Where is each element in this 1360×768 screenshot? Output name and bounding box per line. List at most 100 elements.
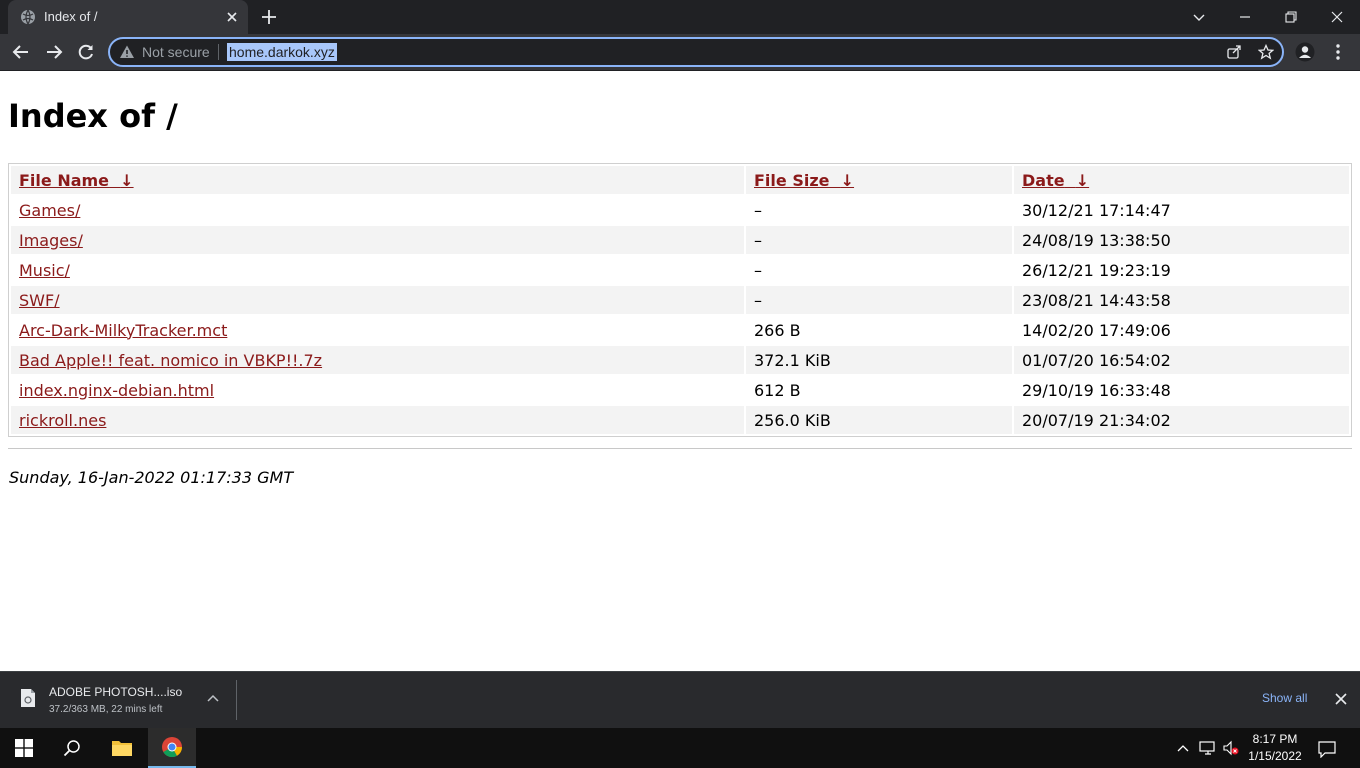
close-icon[interactable] [1334,692,1348,706]
file-date-cell: 30/12/21 17:14:47 [1022,200,1171,220]
chevron-down-icon [1193,14,1205,21]
warning-icon[interactable] [119,44,135,60]
file-name-cell: rickroll.nes [11,406,744,434]
chrome-taskbar-button[interactable] [148,728,196,768]
arrow-left-icon [12,45,28,59]
reload-button[interactable] [74,40,98,64]
omnibox-divider [218,44,219,60]
sort-by-name-link[interactable]: File Name ↓ [19,171,134,190]
download-shelf: ADOBE PHOTOSH....iso 37.2/363 MB, 22 min… [0,671,1360,728]
back-button[interactable] [9,40,33,64]
file-date-cell: 24/08/19 13:38:50 [1014,226,1349,254]
file-size-cell: 372.1 KiB [746,346,1012,374]
share-icon[interactable] [1226,44,1242,60]
bookmark-star-icon[interactable] [1258,44,1274,60]
profile-button[interactable] [1293,40,1317,64]
file-name-cell: Bad Apple!! feat. nomico in VBKP!!.7z [11,346,744,374]
menu-button[interactable] [1326,40,1350,64]
clock-time[interactable]: 8:17 PM [1248,732,1302,746]
tab-title: Index of / [44,9,98,24]
file-date-cell: 29/10/19 16:33:48 [1022,380,1171,400]
browser-tab[interactable]: Index of / [8,0,248,34]
file-link[interactable]: SWF/ [19,291,60,310]
volume-muted-icon[interactable] [1222,740,1240,756]
file-link[interactable]: index.nginx-debian.html [19,381,214,400]
file-link[interactable]: Games/ [19,201,80,220]
file-icon [21,689,35,707]
chevron-up-icon[interactable] [206,692,220,706]
column-header-date: Date ↓ [1014,166,1349,194]
folder-icon [112,741,132,756]
table-row: SWF/ – 23/08/21 14:43:58 [11,286,1349,314]
notification-icon[interactable] [1318,740,1336,758]
minimize-icon [1240,16,1250,18]
download-file-name: ADOBE PHOTOSH....iso [49,685,183,699]
sort-arrow-icon: ↓ [1075,170,1090,190]
security-status[interactable]: Not secure [142,44,210,60]
profile-icon [1295,42,1315,62]
restore-button[interactable] [1268,0,1314,34]
tab-search-button[interactable] [1176,0,1222,34]
url-text[interactable]: home.darkok.xyz [227,43,337,61]
file-link[interactable]: rickroll.nes [19,411,106,430]
column-header-name: File Name ↓ [11,166,744,194]
file-listing-table: File Name ↓ File Size ↓ Date ↓ Games/ – … [8,163,1352,437]
file-size-cell: – [754,260,762,280]
file-name-cell: SWF/ [11,286,744,314]
close-window-button[interactable] [1314,0,1360,34]
download-divider [236,680,237,720]
file-date-cell: 26/12/21 19:23:19 [1022,260,1171,280]
file-date-cell: 23/08/21 14:43:58 [1014,286,1349,314]
file-link[interactable]: Images/ [19,231,83,250]
table-row: Arc-Dark-MilkyTracker.mct 266 B 14/02/20… [11,316,1349,344]
show-all-downloads-button[interactable]: Show all [1262,691,1307,705]
file-size-cell: 266 B [754,320,801,340]
file-size-cell: – [746,226,1012,254]
table-header-row: File Name ↓ File Size ↓ Date ↓ [11,166,1349,194]
file-link[interactable]: Music/ [19,261,70,280]
file-name-cell: Arc-Dark-MilkyTracker.mct [11,316,744,344]
file-name-cell: Images/ [11,226,744,254]
tab-strip: Index of / [0,0,1360,34]
download-progress-text: 37.2/363 MB, 22 mins left [49,704,163,715]
start-button[interactable] [0,728,48,768]
chrome-icon [162,737,183,758]
page-viewport: Index of / File Name ↓ File Size ↓ Date … [0,71,1360,671]
file-link[interactable]: Bad Apple!! feat. nomico in VBKP!!.7z [19,351,322,370]
sort-arrow-icon: ↓ [840,170,855,190]
file-link[interactable]: Arc-Dark-MilkyTracker.mct [19,321,227,340]
file-size-cell: 256.0 KiB [746,406,1012,434]
search-icon [63,740,80,757]
address-bar[interactable]: Not secure home.darkok.xyz [108,37,1284,67]
sort-by-date-link[interactable]: Date ↓ [1022,171,1089,190]
minimize-button[interactable] [1222,0,1268,34]
windows-taskbar: 8:17 PM 1/15/2022 [0,728,1360,768]
close-icon [1331,11,1343,23]
sort-arrow-icon: ↓ [120,170,134,190]
close-tab-icon[interactable] [224,9,240,25]
table-row: Bad Apple!! feat. nomico in VBKP!!.7z 37… [11,346,1349,374]
reload-icon [78,44,93,60]
table-row: Music/ – 26/12/21 19:23:19 [11,256,1349,284]
file-date-cell: 20/07/19 21:34:02 [1014,406,1349,434]
restore-icon [1285,11,1297,23]
horizontal-rule [8,448,1352,449]
file-size-cell: – [754,200,762,220]
clock-date[interactable]: 1/15/2022 [1246,749,1304,763]
download-item[interactable]: ADOBE PHOTOSH....iso 37.2/363 MB, 22 min… [8,677,236,723]
file-name-cell: Games/ [11,196,744,224]
new-tab-icon[interactable] [260,8,278,26]
network-icon[interactable] [1199,740,1217,756]
server-timestamp: Sunday, 16-Jan-2022 01:17:33 GMT [9,468,294,487]
file-explorer-button[interactable] [98,728,146,768]
sort-by-size-link[interactable]: File Size ↓ [754,171,854,190]
arrow-right-icon [47,45,63,59]
table-row: rickroll.nes 256.0 KiB 20/07/19 21:34:02 [11,406,1349,434]
chevron-up-icon[interactable] [1176,742,1190,754]
search-button[interactable] [48,728,96,768]
table-row: Games/ – 30/12/21 17:14:47 [11,196,1349,224]
forward-button[interactable] [42,40,66,64]
file-date-cell: 01/07/20 16:54:02 [1014,346,1349,374]
windows-logo-icon [15,739,33,757]
file-name-cell: Music/ [11,256,744,284]
